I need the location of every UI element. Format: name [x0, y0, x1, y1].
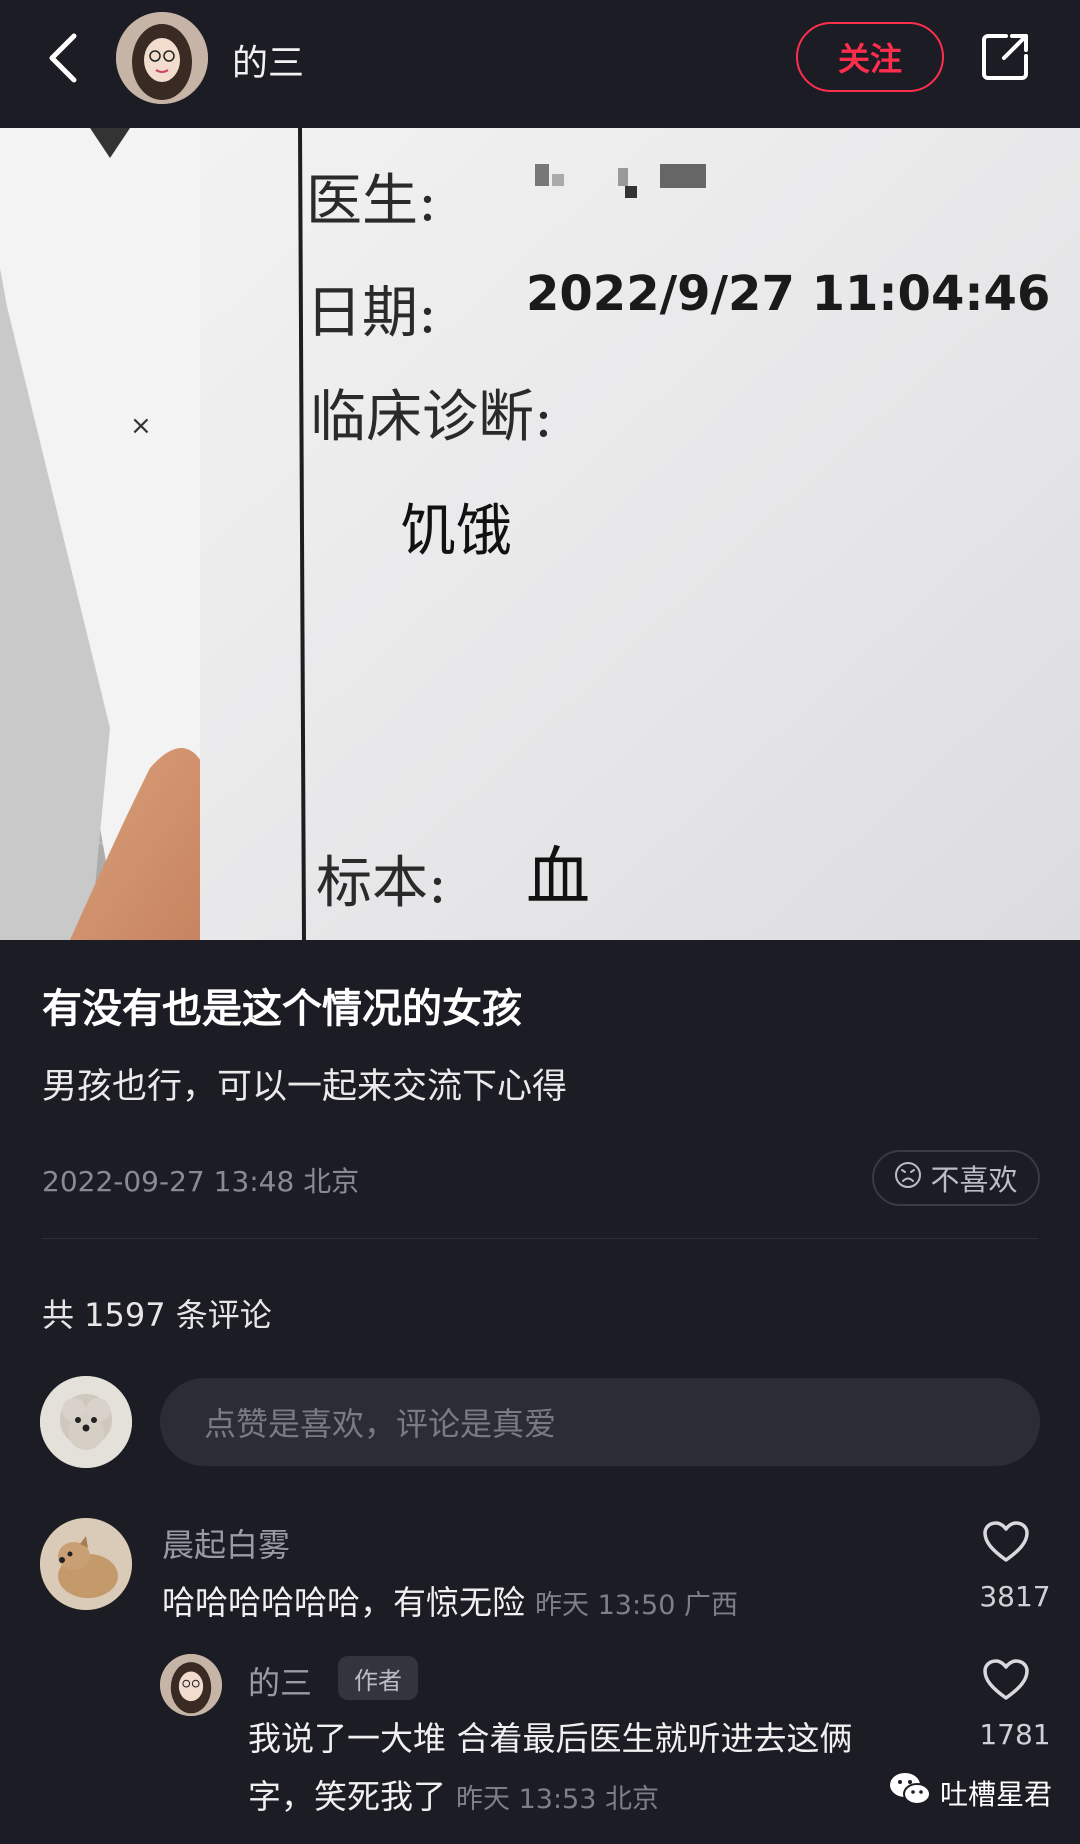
follow-button[interactable]: 关注 [796, 22, 944, 92]
wechat-icon [888, 1770, 932, 1815]
reply-like-count: 1781 [979, 1718, 1051, 1751]
watermark: 吐槽星君 [888, 1770, 1052, 1815]
reply-time: 昨天 13:53 北京 [456, 1784, 659, 1815]
watermark-text: 吐槽星君 [940, 1777, 1053, 1811]
comment-input[interactable]: 点赞是喜欢，评论是真爱 [160, 1378, 1040, 1466]
svg-text:×: × [130, 411, 152, 441]
doctor-label: 医生: [306, 169, 437, 234]
reply-author-avatar[interactable] [160, 1654, 222, 1716]
back-icon[interactable] [40, 28, 88, 88]
comment-body: 哈哈哈哈哈哈，有惊无险 [162, 1583, 525, 1622]
reply-text-line-1: 我说了一大堆 合着最后医生就听进去这俩 [248, 1719, 853, 1758]
dislike-button[interactable]: 不喜欢 [872, 1150, 1040, 1206]
heart-icon[interactable] [982, 1520, 1030, 1564]
diagnosis-label: 临床诊断: [310, 385, 553, 450]
like-count: 3817 [979, 1580, 1051, 1613]
heart-icon[interactable] [982, 1658, 1030, 1702]
reply-text-line-2: 字，笑死我了 昨天 13:53 北京 [248, 1770, 659, 1818]
divider [42, 1238, 1038, 1239]
author-avatar[interactable] [116, 12, 208, 104]
author-name[interactable]: 的三 [232, 34, 304, 86]
my-avatar [40, 1376, 132, 1468]
commenter-name[interactable]: 晨起白雾 [162, 1520, 290, 1566]
post-photo[interactable]: × 医生: 日期: 2022/9/27 11:04:46 临床诊断: 饥饿 标本… [0, 128, 1080, 940]
comment-count: 共 1597 条评论 [42, 1296, 272, 1334]
reply-body-end: 字，笑死我了 [248, 1777, 446, 1816]
commenter-avatar[interactable] [40, 1518, 132, 1610]
comment-text: 哈哈哈哈哈哈，有惊无险 昨天 13:50 广西 [162, 1576, 738, 1624]
specimen-value: 血 [526, 841, 590, 915]
reply-author-name[interactable]: 的三 [248, 1658, 312, 1704]
diagnosis-value: 饥饿 [400, 499, 512, 564]
date-label: 日期: [306, 281, 437, 346]
date-value: 2022/9/27 11:04:46 [526, 266, 1051, 322]
author-badge: 作者 [338, 1656, 418, 1700]
share-icon[interactable] [980, 30, 1032, 82]
post-title: 有没有也是这个情况的女孩 [42, 986, 522, 1032]
top-bar: 的三 关注 [0, 0, 1080, 128]
specimen-label: 标本: [316, 851, 447, 916]
dislike-label: 不喜欢 [930, 1163, 1018, 1197]
sad-face-icon [894, 1161, 922, 1196]
post-meta: 2022-09-27 13:48 北京 [42, 1165, 360, 1198]
post-description: 男孩也行，可以一起来交流下心得 [42, 1067, 568, 1107]
comment-time: 昨天 13:50 广西 [535, 1590, 738, 1621]
